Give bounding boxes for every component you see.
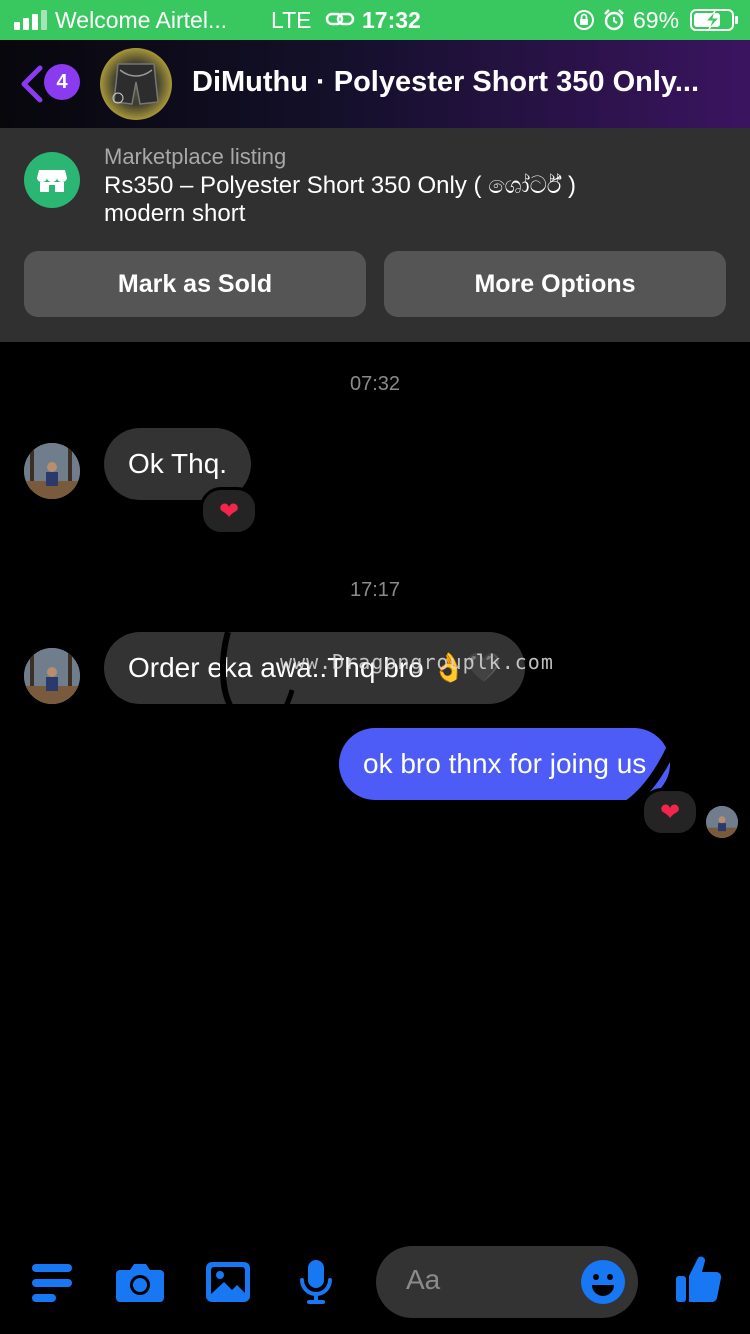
- message-input[interactable]: Aa: [376, 1246, 638, 1318]
- photo-gallery-icon[interactable]: [204, 1260, 252, 1304]
- message-input-placeholder: Aa: [406, 1264, 441, 1295]
- scribble-overlay: [219, 631, 685, 810]
- thumbs-up-icon[interactable]: [674, 1254, 722, 1304]
- microphone-icon[interactable]: [298, 1258, 334, 1306]
- camera-icon[interactable]: [114, 1260, 166, 1304]
- menu-icon[interactable]: [30, 1262, 76, 1304]
- emoji-icon[interactable]: [580, 1259, 626, 1305]
